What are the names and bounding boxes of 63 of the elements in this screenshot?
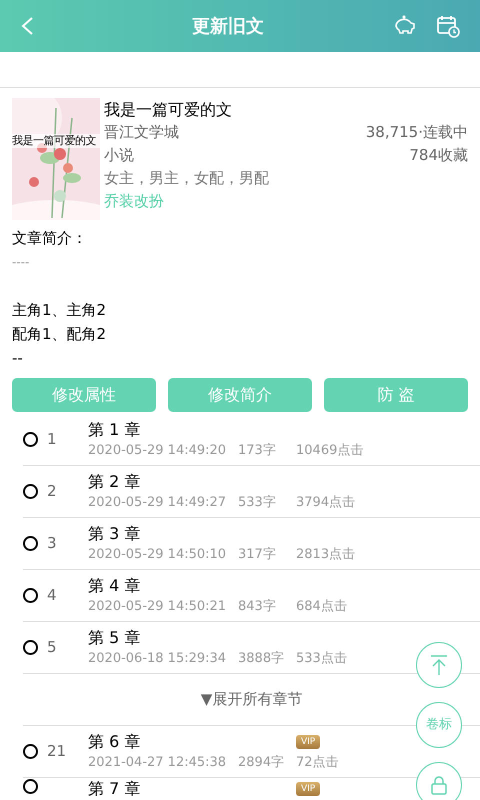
click-count: 72点击 <box>296 754 339 772</box>
lock-icon <box>430 775 448 795</box>
book-roles: 女主，男主，女配，男配 <box>104 168 270 189</box>
chapter-date: 2020-05-29 14:50:10 <box>88 546 228 564</box>
intro-label: 文章简介： <box>12 228 88 249</box>
chapter-date: 2020-05-29 14:50:21 <box>88 598 228 616</box>
chapter-row[interactable]: 2 第 2 章 2020-05-29 14:49:27 533字 3794点击 <box>23 466 480 518</box>
radio-button[interactable] <box>23 432 38 447</box>
radio-button[interactable] <box>23 536 38 551</box>
arrow-up-icon <box>429 654 449 676</box>
chapter-row[interactable]: 4 第 4 章 2020-05-29 14:50:21 843字 684点击 <box>23 570 480 622</box>
click-count: 2813点击 <box>296 546 356 564</box>
radio-button[interactable] <box>23 588 38 603</box>
chapter-number: 4 <box>46 585 58 606</box>
chapter-title: 第 4 章 <box>88 576 142 596</box>
vip-badge: VIP <box>296 734 320 748</box>
radio-button[interactable] <box>23 640 38 655</box>
book-style: 乔装改扮 <box>104 191 165 212</box>
radio-button[interactable] <box>23 484 38 499</box>
intro-line: -- <box>12 348 24 369</box>
word-count: 317字 <box>238 546 277 564</box>
chapter-date: 2021-04-27 12:45:38 <box>88 754 228 772</box>
chapter-title: 第 3 章 <box>88 524 142 544</box>
chapter-number: 5 <box>46 637 58 658</box>
intro-line: 配角1、配角2 <box>12 324 108 345</box>
radio-button[interactable] <box>23 744 38 759</box>
chapter-date: 2020-05-29 14:49:20 <box>88 442 228 460</box>
word-count: 843字 <box>238 598 277 616</box>
book-stats: 38,715·连载中 <box>366 122 468 143</box>
chapter-number: 21 <box>46 741 68 762</box>
book-site: 晋江文学城 <box>104 122 179 143</box>
word-count: 3888字 <box>238 650 286 668</box>
chapter-number: 3 <box>46 533 58 554</box>
favorite-count: 784收藏 <box>409 145 468 166</box>
intro-line: 主角1、主角2 <box>12 300 108 321</box>
book-type: 小说 <box>104 145 134 166</box>
chapter-title: 第 1 章 <box>88 420 142 440</box>
chapter-row[interactable]: 3 第 3 章 2020-05-29 14:50:10 317字 2813点击 <box>23 518 480 570</box>
chapter-title: 第 7 章 <box>88 779 142 799</box>
chapter-date: 2020-06-18 15:29:34 <box>88 650 228 668</box>
click-count: 10469点击 <box>296 442 364 460</box>
book-title: 我是一篇可爱的文 <box>104 99 233 121</box>
cover-title: 我是一篇可爱的文 <box>12 134 100 148</box>
calendar-clock-icon[interactable] <box>436 14 460 38</box>
click-count: 684点击 <box>296 598 347 616</box>
vip-badge: VIP <box>296 782 320 796</box>
chapter-title: 第 2 章 <box>88 472 142 492</box>
expand-all-link[interactable]: ▼展开所有章节 <box>200 688 302 711</box>
word-count: 533字 <box>238 494 277 512</box>
radio-button[interactable] <box>23 779 38 794</box>
chapter-title: 第 5 章 <box>88 628 142 648</box>
header-title: 更新旧文 <box>191 14 265 38</box>
click-count: 533点击 <box>296 650 347 668</box>
click-count: 3794点击 <box>296 494 356 512</box>
intro-line: ---- <box>12 254 30 271</box>
word-count: 173字 <box>238 442 277 460</box>
chapter-row[interactable]: 第 7 章 VIP <box>23 778 480 800</box>
chapter-title: 第 6 章 <box>88 732 142 752</box>
chapter-number: 2 <box>46 481 58 502</box>
word-count: 2894字 <box>238 754 286 772</box>
chapter-date: 2020-05-29 14:49:27 <box>88 494 228 512</box>
chapter-row[interactable]: 1 第 1 章 2020-05-29 14:49:20 173字 10469点击 <box>23 414 480 466</box>
chapter-number: 1 <box>46 429 58 450</box>
